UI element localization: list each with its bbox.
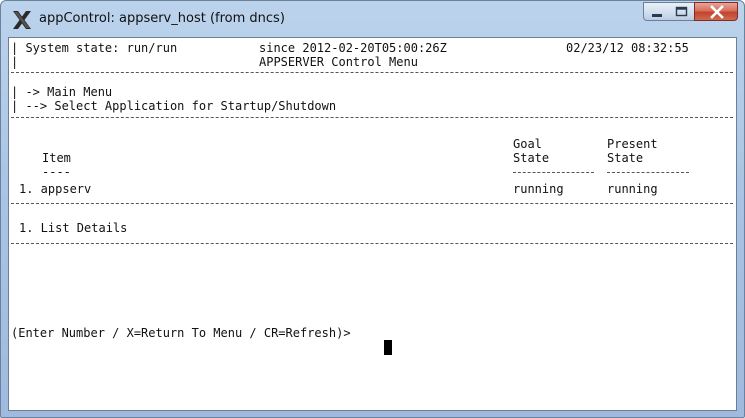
goal-header-underline — [513, 172, 594, 173]
close-icon — [710, 5, 724, 19]
title-bar[interactable]: appControl: appserv_host (from dncs) — [1, 1, 744, 37]
minimize-icon — [652, 14, 662, 17]
goal-header-line1: Goal — [513, 137, 542, 151]
separator — [11, 243, 733, 244]
present-header-underline — [607, 172, 689, 173]
separator — [11, 72, 733, 73]
item-header-underline: ---- — [42, 165, 71, 179]
pipe-char: | — [11, 55, 19, 69]
terminal-area[interactable]: | System state: run/run since 2012-02-20… — [8, 37, 737, 411]
terminal-screen: | System state: run/run since 2012-02-20… — [9, 38, 736, 410]
goal-header-line2: State — [513, 151, 550, 165]
option-list-details: 1. List Details — [19, 221, 128, 235]
present-header-line2: State — [607, 151, 644, 165]
present-header-line1: Present — [607, 137, 658, 151]
app-window: appControl: appserv_host (from dncs) | S… — [0, 0, 745, 418]
window-title: appControl: appserv_host (from dncs) — [39, 11, 285, 26]
separator — [11, 117, 733, 118]
separator — [11, 203, 733, 204]
breadcrumb-select-app: | --> Select Application for Startup/Shu… — [11, 99, 337, 113]
row-present-state: running — [607, 182, 658, 196]
row-goal-state: running — [513, 182, 564, 196]
item-header: Item — [42, 151, 71, 165]
command-prompt: (Enter Number / X=Return To Menu / CR=Re… — [11, 326, 351, 340]
x-logo-icon — [11, 9, 33, 31]
maximize-icon — [675, 6, 688, 17]
minimize-button[interactable] — [643, 2, 670, 21]
breadcrumb-main-menu: | -> Main Menu — [11, 85, 113, 99]
state-since: since 2012-02-20T05:00:26Z — [259, 41, 447, 55]
close-button[interactable] — [694, 2, 738, 21]
status-datetime: 02/23/12 08:32:55 — [566, 41, 689, 55]
text-cursor[interactable] — [384, 340, 392, 355]
system-state: | System state: run/run — [11, 41, 178, 55]
menu-title: APPSERVER Control Menu — [259, 55, 418, 69]
maximize-button[interactable] — [669, 2, 695, 21]
row-item: 1. appserv — [19, 182, 92, 196]
